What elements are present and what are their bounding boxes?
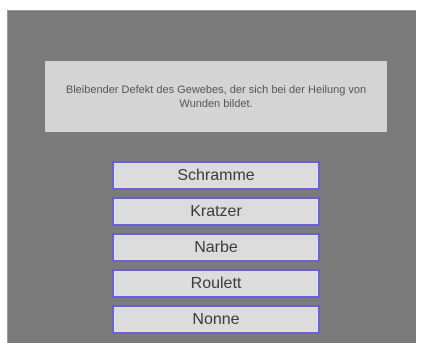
- answer-button-roulett[interactable]: Roulett: [112, 269, 320, 298]
- answer-list: Schramme Kratzer Narbe Roulett Nonne: [112, 161, 320, 341]
- answer-button-schramme[interactable]: Schramme: [112, 161, 320, 190]
- question-text: Bleibender Defekt des Gewebes, der sich …: [65, 83, 367, 110]
- answer-button-kratzer[interactable]: Kratzer: [112, 197, 320, 226]
- quiz-screen: Bleibender Defekt des Gewebes, der sich …: [0, 0, 422, 343]
- question-box: Bleibender Defekt des Gewebes, der sich …: [45, 61, 387, 132]
- answer-button-nonne[interactable]: Nonne: [112, 305, 320, 334]
- quiz-panel: Bleibender Defekt des Gewebes, der sich …: [7, 10, 416, 343]
- answer-button-narbe[interactable]: Narbe: [112, 233, 320, 262]
